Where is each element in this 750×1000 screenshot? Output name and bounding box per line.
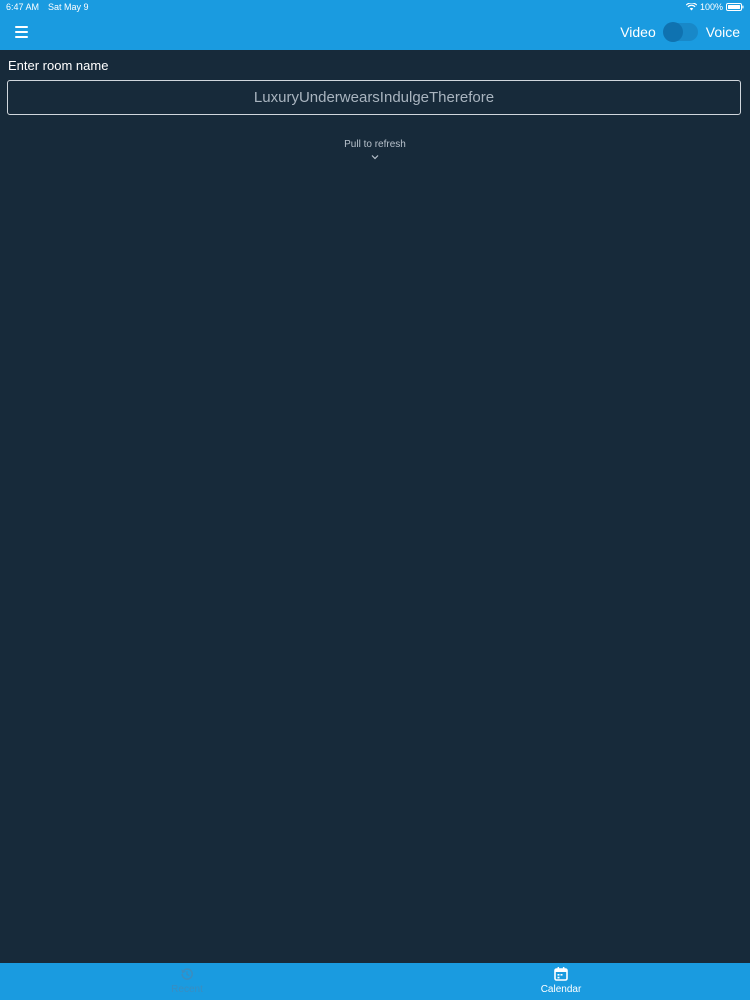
history-icon [181, 968, 193, 980]
pull-to-refresh-text: Pull to refresh [344, 139, 406, 150]
tab-calendar[interactable]: Calendar [374, 963, 748, 1000]
toggle-label-voice: Voice [705, 24, 740, 40]
status-time: 6:47 AM [6, 2, 40, 12]
room-name-label: Enter room name [8, 58, 109, 73]
tab-calendar-label: Calendar [540, 984, 582, 995]
battery-icon [726, 3, 744, 11]
status-bar: 6:47 AM Sat May 9 100% [0, 0, 750, 14]
toggle-label-video: Video [620, 24, 656, 40]
tab-recent-label: Recent [171, 984, 203, 995]
tab-recent[interactable]: Recent [0, 963, 374, 1000]
status-date: Sat May 9 [48, 2, 89, 12]
chevron-down-icon [371, 155, 379, 160]
tab-bar: Recent Calendar [0, 963, 750, 1000]
calendar-icon [554, 967, 568, 981]
call-mode-toggle-group: Video Voice [620, 14, 740, 50]
battery-percent: 100% [699, 2, 723, 12]
hamburger-menu-icon[interactable] [12, 22, 32, 42]
status-indicators: 100% [685, 0, 744, 14]
room-name-input[interactable] [7, 80, 741, 115]
switch-knob [662, 22, 683, 42]
app-bar: Video Voice [0, 14, 750, 50]
video-voice-switch[interactable] [662, 22, 698, 42]
wifi-icon [685, 3, 697, 11]
